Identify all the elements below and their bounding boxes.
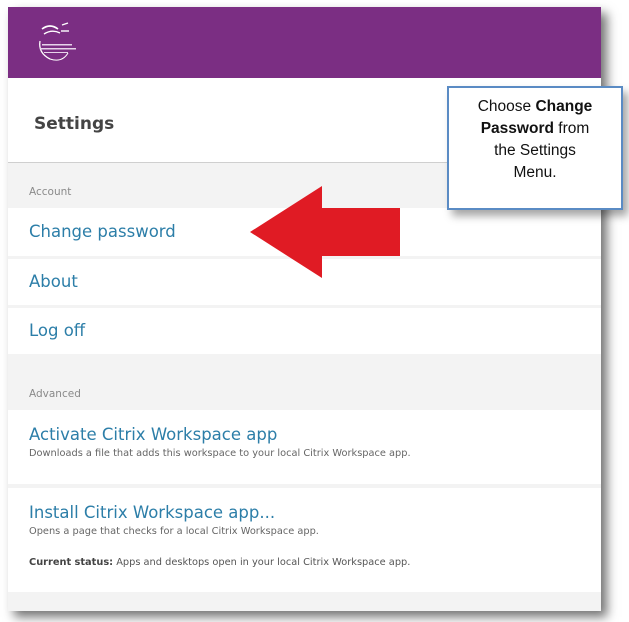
- activate-citrix-title: Activate Citrix Workspace app: [29, 425, 278, 444]
- about-label: About: [29, 272, 78, 291]
- activate-citrix-description: Downloads a file that adds this workspac…: [29, 448, 411, 459]
- current-status: Current status: Apps and desktops open i…: [29, 557, 410, 568]
- callout-line-4: Menu.: [513, 164, 557, 181]
- callout-line-1: Choose Change: [477, 98, 593, 115]
- install-citrix-description: Opens a page that checks for a local Cit…: [29, 526, 319, 537]
- account-section-label: Account: [29, 186, 72, 198]
- callout-line-2: Password from: [480, 120, 590, 137]
- change-password-label: Change password: [29, 222, 176, 241]
- install-citrix-title: Install Citrix Workspace app...: [29, 503, 276, 522]
- page-title: Settings: [34, 114, 115, 134]
- log-off-item[interactable]: Log off: [8, 308, 601, 354]
- top-bar: [8, 7, 601, 78]
- current-status-label: Current status:: [29, 557, 114, 568]
- current-status-text: Apps and desktops open in your local Cit…: [113, 557, 411, 568]
- instruction-callout: Choose Change Password from the Settings…: [447, 86, 623, 210]
- callout-line-3: the Settings: [494, 142, 576, 159]
- install-citrix-item[interactable]: Install Citrix Workspace app... Opens a …: [8, 488, 601, 592]
- activate-citrix-item[interactable]: Activate Citrix Workspace app Downloads …: [8, 410, 601, 484]
- advanced-section-label: Advanced: [29, 388, 81, 400]
- log-off-label: Log off: [29, 321, 86, 340]
- apple-logo-icon[interactable]: [28, 17, 82, 69]
- red-arrow-icon: [250, 186, 400, 278]
